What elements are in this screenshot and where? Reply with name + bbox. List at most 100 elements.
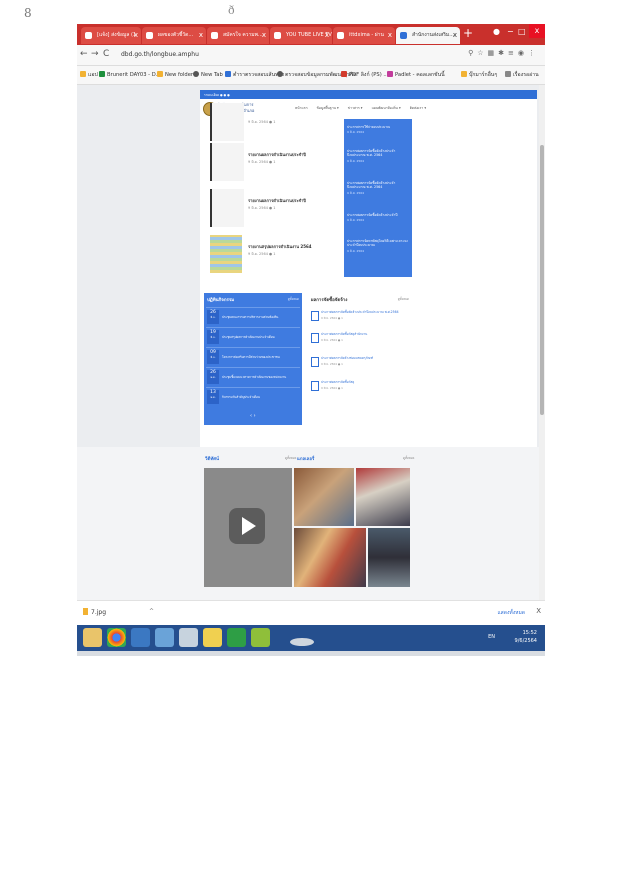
line-icon[interactable] (227, 628, 246, 647)
calendar-text: ประชุมชี้แจงแนวทางการดำเนินงานของหน่วยงา… (222, 375, 287, 379)
announcement-title: ประกาศผลการจัดซื้อจัดจ้างประจำปีงบประมาณ… (347, 149, 396, 158)
calendar-row[interactable]: 26 พ.ค. ประชุมชี้แจงแนวทางการดำเนินงานของห… (206, 367, 300, 387)
gallery-photo[interactable] (356, 468, 410, 526)
bookmark-item[interactable]: Padlet - คอลเลกชันนี้ (387, 71, 445, 79)
internet-explorer-icon[interactable] (131, 628, 150, 647)
bookmark-item[interactable]: New Tab (193, 71, 223, 78)
folder-icon (99, 71, 105, 77)
close-download-bar-button[interactable]: X (536, 607, 541, 615)
calendar-more-link[interactable]: ดูทั้งหมด (288, 297, 299, 302)
tab-2[interactable]: ผลของตัวชี้วัด... x (142, 27, 206, 44)
scrollbar-thumb[interactable] (540, 145, 544, 415)
bookmark-item[interactable]: เรื่องรออ่าน (505, 71, 539, 79)
gallery-photo[interactable] (294, 528, 366, 587)
announcement-item[interactable]: ประกาศผลการจัดซื้อจัดจ้างประจำปี 9 มิ.ย. … (347, 213, 409, 223)
app-icon[interactable] (155, 628, 174, 647)
taskbar-clock[interactable]: 15:52 9/6/2564 (515, 629, 537, 645)
restore-button[interactable]: □ (518, 27, 526, 36)
document-item[interactable]: รายงานผลการดำเนินงานประจำปี 9 มิ.ย. 2564… (210, 189, 320, 227)
procurement-row[interactable]: ประกาศผลการจัดซื้อวัสดุ 9 มิ.ย. 2564 ● 1 (311, 379, 411, 399)
tab-close-icon[interactable]: x (388, 27, 392, 44)
close-window-button[interactable]: x (529, 24, 545, 38)
show-all-downloads-link[interactable]: แสดงทั้งหมด (497, 609, 525, 617)
tab-close-icon[interactable]: x (199, 27, 203, 44)
announcement-date: 9 มิ.ย. 2564 (347, 130, 365, 135)
announcement-item[interactable]: ประกาศผลการจัดซื้อจัดจ้างประจำปีงบประมาณ… (347, 149, 409, 163)
announcement-title: ประกาศผลการจัดซื้อจัดจ้างประจำปี (347, 213, 398, 217)
menu-contact[interactable]: ติดต่อเรา ▾ (410, 106, 426, 110)
tab-close-icon[interactable]: x (134, 27, 138, 44)
procurement-row[interactable]: ประกาศผลการจัดซื้อจัดจ้างประจำปีงบประมาณ… (311, 309, 411, 329)
minimize-button[interactable]: − (507, 27, 514, 36)
browser-screenshot: [แจ้ง] ส่งข้อมูล (1 x ผลของตัวชี้วัด... x … (77, 24, 545, 656)
bookmark-item[interactable]: New folder (157, 71, 193, 78)
calendar-month: มิ.ย. (210, 356, 216, 359)
bookmark-item[interactable]: ตำราตรวจสอบเส้นทาง (225, 71, 284, 79)
procurement-more-link[interactable]: ดูทั้งหมด (398, 297, 409, 302)
gallery-photo[interactable] (368, 528, 410, 587)
tab-1[interactable]: [แจ้ง] ส่งข้อมูล (1 x (81, 27, 141, 44)
apps-icon (80, 71, 86, 77)
announcement-item[interactable]: ประกาศการใช้จ่ายงบประมาณ 9 มิ.ย. 2564 (347, 125, 409, 135)
document-app-icon[interactable] (179, 628, 198, 647)
bookmark-item[interactable]: แอป (80, 71, 98, 79)
play-button[interactable] (229, 508, 265, 544)
gallery-more-link[interactable]: ดูทั้งหมด (403, 456, 414, 461)
bookmark-item[interactable]: Brunerit DAY03 - D... (99, 71, 161, 78)
tab-close-icon[interactable]: x (262, 27, 266, 44)
video-player[interactable] (204, 468, 292, 587)
calendar-row[interactable]: 19 มิ.ย. ประชุมสรุปผลการดำเนินงานประจำเดือ… (206, 327, 300, 347)
tab-6-active[interactable]: สำนักงานส่งเสริม... x (396, 27, 460, 44)
tab-close-icon[interactable]: x (453, 27, 457, 44)
menu-news[interactable]: ข่าวสาร ▾ (348, 106, 363, 110)
document-item[interactable]: รายงานสรุปผลการดำเนินงาน 2564 9 มิ.ย. 25… (210, 235, 320, 273)
document-meta: 9 มิ.ย. 2564 ● 1 (248, 160, 276, 164)
reading-list-icon (505, 71, 511, 77)
paint-icon[interactable] (203, 628, 222, 647)
reload-button[interactable]: C (103, 49, 109, 59)
procurement-row[interactable]: ประกาศผลการจัดซื้อวัสดุสำนักงาน 9 มิ.ย. 2… (311, 331, 411, 351)
chevron-up-icon[interactable]: ^ (149, 608, 154, 615)
bookmark-item[interactable]: PDF ลิงก์ (PS) ... (341, 71, 388, 79)
address-actions-icons[interactable]: ⚲☆▦✱≡◉⋮ (468, 49, 539, 57)
gallery-photo[interactable] (294, 468, 354, 526)
bookmark-label: Brunerit DAY03 - D... (107, 72, 161, 78)
announcement-item[interactable]: ประกาศการจัดหาพัสดุโดยวิธีเฉพาะเจาะจง ปร… (347, 239, 409, 253)
media-section: วีดีทัศน์ ดูทั้งหมด แกลเลอรี่ ดูทั้งหมด (77, 447, 545, 600)
page-scrollbar[interactable] (539, 85, 545, 600)
procurement-title: ประกาศผลการจัดจ้างซ่อมแซมครุภัณฑ์ (321, 356, 374, 360)
padlet-icon (387, 71, 393, 77)
profile-icon[interactable]: ● (493, 27, 500, 36)
tab-5[interactable]: ittdxima - ผ่าน x (333, 27, 395, 44)
calendar-month: มิ.ย. (210, 336, 216, 339)
system-tray[interactable]: EN (488, 634, 495, 640)
announcement-title: ประกาศการใช้จ่ายงบประมาณ (347, 125, 391, 129)
video-more-link[interactable]: ดูทั้งหมด (285, 456, 296, 461)
calendar-row[interactable]: 09 มิ.ย. โครงการส่งเสริมการมีส่วนร่วมของปร… (206, 347, 300, 367)
procurement-row[interactable]: ประกาศผลการจัดจ้างซ่อมแซมครุภัณฑ์ 9 มิ.ย.… (311, 355, 411, 375)
document-item[interactable]: รายงานผลการดำเนินงานประจำปี 9 มิ.ย. 2564… (210, 143, 320, 181)
app-icon[interactable] (251, 628, 270, 647)
file-explorer-icon[interactable] (83, 628, 102, 647)
download-item[interactable]: 7.jpg (83, 608, 106, 616)
forward-button[interactable]: → (91, 49, 99, 59)
pdf-icon (341, 71, 347, 77)
tab-3[interactable]: สมัครใจ ความพ... x (207, 27, 269, 44)
tab-close-icon[interactable]: x (325, 27, 329, 44)
chrome-icon[interactable] (107, 628, 126, 647)
new-tab-button[interactable]: + (463, 26, 473, 40)
procurement-meta: 9 มิ.ย. 2564 ● 1 (321, 362, 343, 366)
back-button[interactable]: ← (80, 49, 88, 59)
procurement-meta: 9 มิ.ย. 2564 ● 1 (321, 386, 343, 390)
calendar-row[interactable]: 26 มิ.ย. ประชุมคณะกรรมการบริหารงานส่วนท้อง… (206, 307, 300, 327)
calendar-pager[interactable]: ‹ › (250, 413, 256, 419)
calendar-row[interactable]: 13 พ.ค. กิจกรรมวันสำคัญประจำเดือน (206, 387, 300, 407)
menu-plan[interactable]: แผนพัฒนาท้องถิ่น ▾ (372, 106, 401, 110)
calendar-date: 26 มิ.ย. (207, 310, 219, 324)
page-viewport: รายละเอียด ● ● ● สำนักงานส่งเสริมการปกคร… (77, 85, 545, 600)
tab-4[interactable]: YOU TUBE LIVE TV x (270, 27, 332, 44)
bookmark-item[interactable]: บุ๊กมาร์กอื่นๆ (461, 71, 497, 79)
url-field[interactable]: dbd.go.th/longbue.amphu (121, 49, 451, 61)
announcement-item[interactable]: ประกาศผลการจัดซื้อจัดจ้างประจำปีงบประมาณ… (347, 181, 409, 195)
document-item[interactable]: 9 มิ.ย. 2564 ● 1 (210, 103, 320, 141)
